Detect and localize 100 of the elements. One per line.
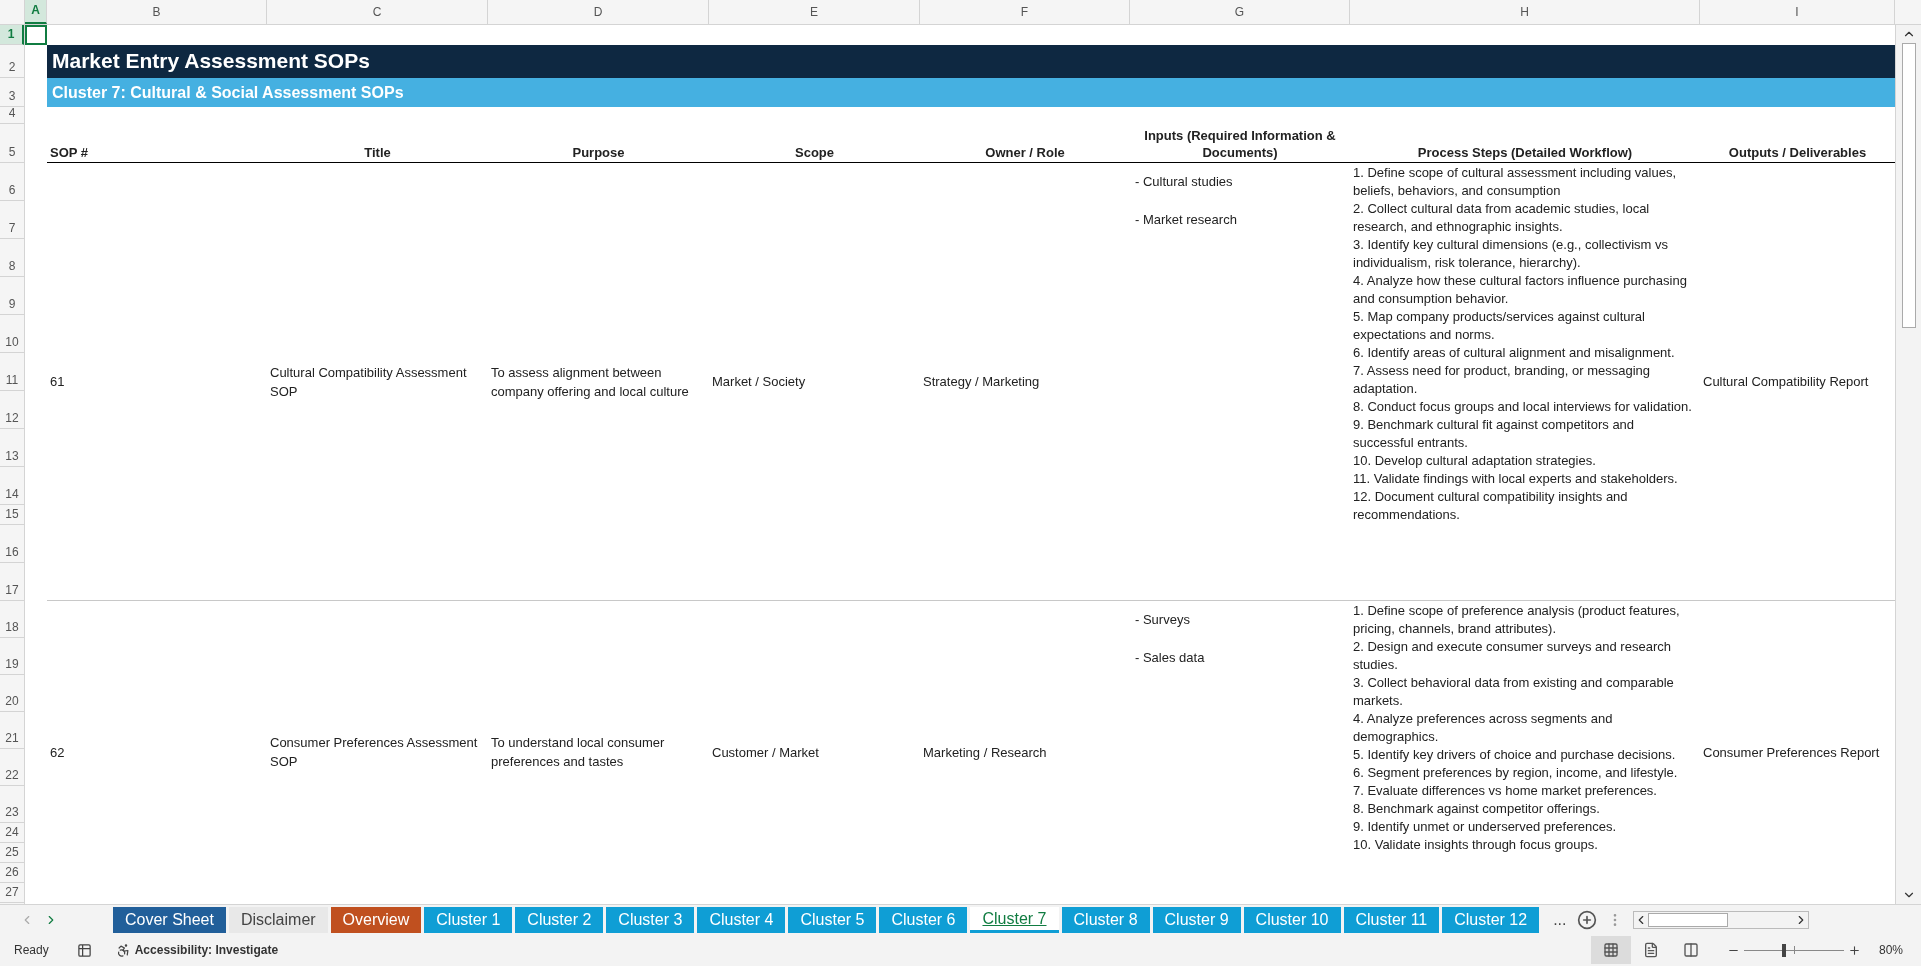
process-step: 5. Map company products/services against cultural expectations and norms. <box>1353 308 1696 344</box>
row-header[interactable]: 7 <box>0 201 24 239</box>
column-heading: Inputs (Required Information & Documents) <box>1143 127 1337 162</box>
process-step: 4. Analyze preferences across segments and demographics. <box>1353 710 1696 746</box>
accessibility-status[interactable]: Accessibility: Investigate <box>134 941 279 959</box>
row-header[interactable]: 12 <box>0 391 24 429</box>
table-cell-text: Consumer Preferences Report <box>1703 743 1880 762</box>
column-header[interactable]: E <box>709 0 920 24</box>
column-heading: Owner / Role <box>984 144 1066 162</box>
row-header[interactable]: 10 <box>0 315 24 353</box>
process-step: 9. Benchmark cultural fit against competitors and successful entrants. <box>1353 416 1696 452</box>
table-cell-text: Cultural Compatibility Assessment SOP <box>270 363 468 401</box>
row-header[interactable]: 1 <box>0 25 24 45</box>
more-sheets[interactable]: ... <box>1553 907 1567 932</box>
row-header[interactable]: 9 <box>0 277 24 315</box>
process-step: 12. Document cultural compatibility insights and recommendations. <box>1353 488 1696 524</box>
status-text: Ready <box>14 942 49 959</box>
table-cell-text: Market / Society <box>712 373 806 391</box>
table-cell-text: To assess alignment between company offering and local culture <box>491 363 690 401</box>
scrollbar-thumb[interactable] <box>1647 912 1728 927</box>
table-cell-text: 62 <box>50 743 65 762</box>
process-step: 1. Define scope of cultural assessment including values, beliefs, behaviors, and consumption <box>1353 164 1696 200</box>
column-heading: Scope <box>794 144 835 162</box>
column-header[interactable]: A <box>25 0 47 24</box>
column-header[interactable]: D <box>488 0 709 24</box>
row-header[interactable]: 27 <box>0 883 24 903</box>
process-step: 6. Identify areas of cultural alignment and misalignment. <box>1353 344 1696 362</box>
column-heading: Purpose <box>571 144 626 162</box>
input-item: - Market research <box>1135 211 1238 229</box>
row-header[interactable]: 20 <box>0 675 24 712</box>
process-step: 4. Analyze how these cultural factors influence purchasing and consumption behavior. <box>1353 272 1696 308</box>
add-sheet-icon[interactable] <box>1576 909 1597 930</box>
page-icon[interactable] <box>1642 942 1659 958</box>
sheet-tab[interactable]: Disclaimer <box>228 906 328 933</box>
column-header[interactable]: F <box>920 0 1130 24</box>
accessibility-icon[interactable] <box>115 942 131 958</box>
process-step: 7. Assess need for product, branding, or messaging adaptation. <box>1353 362 1696 398</box>
table-cell-text: Marketing / Research <box>923 743 1047 762</box>
row-header[interactable]: 24 <box>0 823 24 843</box>
sheet-tab[interactable]: Cover Sheet <box>113 906 226 933</box>
row-header[interactable]: 23 <box>0 786 24 823</box>
input-item: - Surveys <box>1135 611 1191 629</box>
input-item: - Cultural studies <box>1135 173 1234 191</box>
column-header[interactable]: H <box>1350 0 1700 24</box>
table-cell-text: 61 <box>50 373 65 391</box>
process-step: 10. Validate insights through focus groups. <box>1353 836 1696 854</box>
zoom-percentage[interactable]: 80% <box>1878 941 1903 959</box>
column-heading: Outputs / Deliverables <box>1727 144 1868 162</box>
row-header[interactable]: 21 <box>0 712 24 749</box>
vertical-scrollbar[interactable] <box>1895 25 1921 904</box>
row-header[interactable]: 5 <box>0 124 24 163</box>
row-header[interactable]: 16 <box>0 525 24 563</box>
process-step: 3. Collect behavioral data from existing and comparable markets. <box>1353 674 1696 710</box>
table-cell-text: To understand local consumer preferences and tastes <box>491 734 666 771</box>
row-header[interactable]: 4 <box>0 107 24 124</box>
table-cell-text: Consumer Preferences Assessment SOP <box>270 734 479 771</box>
row-header[interactable]: 2 <box>0 45 24 78</box>
row-header[interactable]: 19 <box>0 638 24 675</box>
row-header[interactable]: 3 <box>0 78 24 107</box>
process-step: 8. Conduct focus groups and local interviews for validation. <box>1353 398 1696 416</box>
column-heading: SOP # <box>49 144 90 162</box>
process-step: 9. Identify unmet or underserved preferences. <box>1353 818 1696 836</box>
scrollbar-thumb[interactable] <box>1901 43 1916 328</box>
row-header[interactable]: 25 <box>0 843 24 863</box>
row-header[interactable]: 11 <box>0 353 24 391</box>
column-header[interactable]: G <box>1130 0 1350 24</box>
process-step: 3. Identify key cultural dimensions (e.g., collectivism vs individualism, risk tolerance, hierarchy). <box>1353 236 1696 272</box>
column-heading: Title <box>363 144 392 162</box>
row-header[interactable]: 15 <box>0 505 24 525</box>
row-header[interactable]: 26 <box>0 863 24 883</box>
zoom-in-icon[interactable] <box>1847 943 1861 957</box>
grid-icon[interactable] <box>1602 942 1619 958</box>
view-button[interactable] <box>1590 936 1631 964</box>
column-header[interactable]: B <box>47 0 267 24</box>
row-header[interactable]: 14 <box>0 467 24 505</box>
sheet-tab[interactable]: Overview <box>330 906 422 933</box>
column-heading: Process Steps (Detailed Workflow) <box>1416 144 1634 162</box>
row-header[interactable]: 17 <box>0 563 24 601</box>
horizontal-scrollbar[interactable] <box>1632 910 1809 929</box>
title-banner: Market Entry Assessment SOPs <box>47 45 1895 78</box>
process-step: 2. Design and execute consumer surveys and research studies. <box>1353 638 1696 674</box>
table-cell-text: Customer / Market <box>712 743 819 762</box>
table-cell-text: Cultural Compatibility Report <box>1703 373 1869 391</box>
zoom-slider[interactable] <box>1743 943 1844 957</box>
process-step: 5. Identify key drivers of choice and purchase decisions. <box>1353 746 1696 764</box>
row-header[interactable]: 6 <box>0 163 24 201</box>
process-step: 7. Evaluate differences vs home market preferences. <box>1353 782 1696 800</box>
selected-cell[interactable] <box>25 25 47 45</box>
process-step: 10. Develop cultural adaptation strategies. <box>1353 452 1696 470</box>
subtitle-banner: Cluster 7: Cultural & Social Assessment SOPs <box>47 78 1895 107</box>
row-header[interactable]: 22 <box>0 749 24 786</box>
sheet-tab[interactable]: Cluster 7 <box>970 906 1059 933</box>
process-step: 1. Define scope of preference analysis (product features, pricing, channels, brand attributes). <box>1353 602 1696 638</box>
input-item: - Sales data <box>1135 649 1206 667</box>
columns-icon[interactable] <box>1682 942 1699 958</box>
zoom-slider-thumb[interactable] <box>1781 943 1786 957</box>
row-header[interactable]: 18 <box>0 601 24 638</box>
row-header[interactable]: 13 <box>0 429 24 467</box>
column-header[interactable]: C <box>267 0 488 24</box>
row-header[interactable]: 8 <box>0 239 24 277</box>
